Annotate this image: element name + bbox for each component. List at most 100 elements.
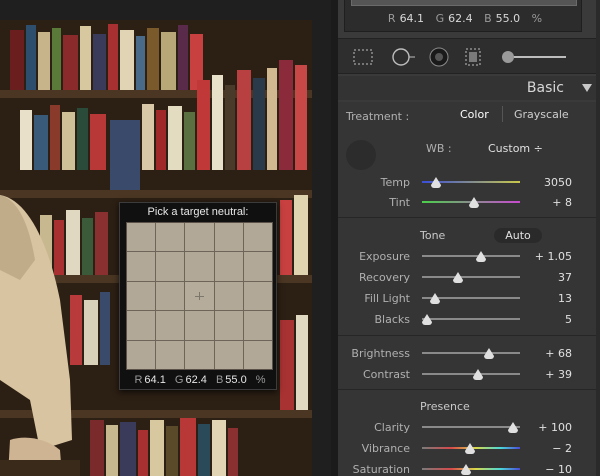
slider-track[interactable] [422, 348, 520, 359]
loupe-cell [243, 281, 272, 311]
slider-row-tint[interactable]: Tint + 8 [338, 192, 596, 212]
loupe-cell [127, 311, 156, 340]
red-eye-icon[interactable] [426, 47, 452, 67]
slider-value[interactable]: + 100 [518, 421, 572, 434]
wb-eyedropper-icon[interactable] [346, 140, 376, 170]
slider-row-fill-light[interactable]: Fill Light 13 [338, 288, 596, 308]
slider-row-saturation[interactable]: Saturation − 10 [338, 459, 596, 476]
histogram-graph [351, 0, 577, 6]
slider-row-blacks[interactable]: Blacks 5 [338, 309, 596, 329]
slider-value[interactable]: 5 [518, 313, 572, 326]
section-separator [338, 335, 596, 336]
slider-label: Exposure [359, 250, 410, 263]
loupe-cell [243, 252, 272, 281]
slider-thumb[interactable] [475, 251, 486, 262]
slider-label: Recovery [358, 271, 410, 284]
loupe-g-label: G [174, 374, 184, 386]
slider-value[interactable]: + 1.05 [518, 250, 572, 263]
loupe-cell [214, 311, 243, 340]
slider-thumb[interactable] [483, 348, 494, 359]
slider-row-recovery[interactable]: Recovery 37 [338, 267, 596, 287]
histogram-rgb-readout: R 64.1 G 62.4 B 55.0 % [345, 12, 581, 25]
loupe-cell [156, 281, 185, 311]
collapse-triangle-icon[interactable] [582, 84, 592, 92]
slider-thumb[interactable] [508, 422, 519, 433]
histo-b-value: 55.0 [495, 12, 521, 25]
slider-label: Saturation [352, 463, 410, 476]
loupe-r-label: R [134, 374, 143, 386]
loupe-r-value: 64.1 [144, 374, 166, 386]
loupe-cell [214, 340, 243, 369]
tool-strip [338, 38, 600, 74]
slider-row-clarity[interactable]: Clarity + 100 [338, 417, 596, 437]
slider-thumb[interactable] [472, 369, 483, 380]
slider-track[interactable] [422, 293, 520, 304]
slider-thumb[interactable] [421, 314, 432, 325]
target-neutral-loupe[interactable]: Pick a target neutral: R 64.1 G 62.4 B 5… [119, 202, 277, 390]
loupe-cell [127, 340, 156, 369]
slider-row-vibrance[interactable]: Vibrance − 2 [338, 438, 596, 458]
loupe-cell [185, 340, 214, 369]
histo-g-label: G [435, 12, 445, 25]
slider-row-temp[interactable]: Temp 3050 [338, 172, 596, 192]
slider-track[interactable] [422, 177, 520, 188]
photo-canvas[interactable]: Pick a target neutral: R 64.1 G 62.4 B 5… [0, 0, 338, 476]
slider-value[interactable]: − 10 [518, 463, 572, 476]
slider-row-brightness[interactable]: Brightness + 68 [338, 343, 596, 363]
graduated-filter-icon[interactable] [460, 47, 486, 67]
auto-tone-button[interactable]: Auto [494, 228, 542, 243]
slider-row-contrast[interactable]: Contrast + 39 [338, 364, 596, 384]
slider-thumb[interactable] [468, 197, 479, 208]
slider-track[interactable] [422, 369, 520, 380]
loupe-cell [156, 340, 185, 369]
panel-divider[interactable] [331, 0, 338, 476]
slider-track[interactable] [422, 464, 520, 475]
loupe-pixel-grid[interactable] [126, 222, 273, 370]
spot-removal-icon[interactable] [390, 47, 416, 67]
slider-label: Contrast [362, 368, 410, 381]
slider-thumb[interactable] [465, 443, 476, 454]
slider-thumb[interactable] [453, 272, 464, 283]
loupe-cell [243, 311, 272, 340]
slider-track[interactable] [422, 443, 520, 454]
loupe-cell [156, 311, 185, 340]
loupe-cell [214, 252, 243, 281]
loupe-g-value: 62.4 [185, 374, 207, 386]
slider-value[interactable]: 13 [518, 292, 572, 305]
slider-thumb[interactable] [461, 464, 472, 475]
histogram: R 64.1 G 62.4 B 55.0 % [344, 0, 582, 32]
basic-panel-header[interactable]: Basic [338, 76, 600, 100]
loupe-cell [185, 252, 214, 281]
slider-value[interactable]: + 68 [518, 347, 572, 360]
wb-preset-dropdown[interactable]: Custom ÷ [488, 142, 543, 155]
develop-right-panel: R 64.1 G 62.4 B 55.0 % Basic Treatment : Co… [338, 0, 600, 476]
adjustment-brush-icon[interactable] [498, 47, 568, 67]
books-row-5 [90, 418, 238, 476]
slider-track[interactable] [421, 314, 520, 325]
slider-track[interactable] [422, 251, 520, 262]
slider-track[interactable] [422, 197, 520, 208]
histo-r-value: 64.1 [399, 12, 425, 25]
slider-value[interactable]: − 2 [518, 442, 572, 455]
slider-value[interactable]: + 8 [518, 196, 572, 209]
treatment-color-button[interactable]: Color [460, 108, 489, 121]
loupe-cell [185, 223, 214, 252]
histo-r-label: R [387, 12, 396, 25]
panel-scrollbar[interactable] [596, 0, 600, 476]
slider-track[interactable] [422, 422, 520, 433]
slider-label: Clarity [374, 421, 410, 434]
presence-section-title: Presence [420, 400, 470, 413]
slider-value[interactable]: + 39 [518, 368, 572, 381]
slider-thumb[interactable] [430, 177, 441, 188]
slider-row-exposure[interactable]: Exposure + 1.05 [338, 246, 596, 266]
loupe-b-value: 55.0 [225, 374, 247, 386]
loupe-cell [127, 223, 156, 252]
slider-value[interactable]: 3050 [518, 176, 572, 189]
slider-value[interactable]: 37 [518, 271, 572, 284]
treatment-grayscale-button[interactable]: Grayscale [514, 108, 569, 121]
slider-track[interactable] [422, 272, 520, 283]
slider-thumb[interactable] [429, 293, 440, 304]
basic-panel-content: Treatment : Color Grayscale WB : Custom … [338, 102, 596, 476]
slider-label: Tint [389, 196, 410, 209]
crop-overlay-icon[interactable] [350, 47, 376, 67]
